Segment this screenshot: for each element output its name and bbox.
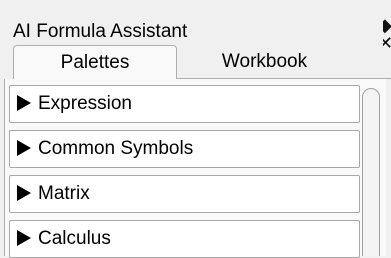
triangle-right-icon (17, 185, 31, 201)
palette-list: Expression Common Symbols Matrix Calculu… (4, 79, 391, 258)
tab-palettes[interactable]: Palettes (13, 45, 177, 79)
tab-workbook[interactable]: Workbook (177, 45, 352, 79)
section-common-symbols[interactable]: Common Symbols (9, 130, 360, 168)
section-matrix[interactable]: Matrix (9, 175, 360, 213)
section-label: Matrix (38, 183, 90, 204)
panel-right-edge (386, 79, 391, 256)
triangle-right-icon (17, 230, 31, 246)
panel-tabs: Palettes Workbook (0, 45, 391, 79)
section-label: Expression (38, 93, 132, 114)
vertical-scrollbar[interactable] (362, 88, 380, 256)
section-expression[interactable]: Expression (9, 85, 360, 123)
triangle-right-icon (17, 95, 31, 111)
restore-control-icon[interactable]: ◆ (383, 16, 391, 34)
section-label: Common Symbols (38, 138, 194, 159)
formula-assistant-panel: AI Formula Assistant ◆ ✕ Palettes Workbo… (0, 0, 391, 258)
triangle-right-icon (17, 140, 31, 156)
panel-title: AI Formula Assistant (13, 21, 188, 42)
section-calculus[interactable]: Calculus (9, 220, 360, 258)
section-label: Calculus (38, 228, 111, 249)
